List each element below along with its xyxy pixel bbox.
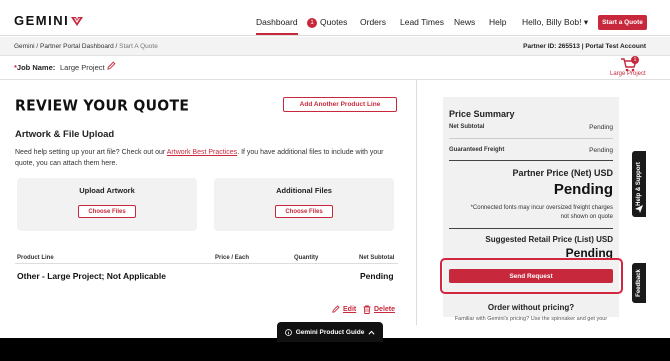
product-line-name: Other - Large Project; Not Applicable <box>17 271 166 281</box>
edit-job-name-pencil-icon[interactable] <box>107 61 116 70</box>
help-support-label: Help & Support <box>636 162 642 206</box>
column-header-product-line: Product Line <box>17 255 54 261</box>
job-name-label: *Job Name: <box>14 63 55 72</box>
delete-product-line-link[interactable]: Delete <box>363 305 395 314</box>
user-menu[interactable]: Hello, Billy Bob! ▾ <box>522 17 588 28</box>
product-guide-label: Gemini Product Guide <box>295 328 365 336</box>
product-line-net-subtotal: Pending <box>360 271 394 281</box>
retail-price-label: Suggested Retail Price (List) USD <box>485 235 613 244</box>
artwork-desc-before: Need help setting up your art file? Chec… <box>15 149 167 156</box>
order-without-pricing-heading: Order without pricing? <box>487 303 575 312</box>
help-support-tab[interactable]: Help & Support <box>632 151 646 217</box>
cart-label[interactable]: Large Project <box>610 71 646 77</box>
breadcrumb-home[interactable]: Gemini <box>14 43 35 50</box>
upload-artwork-title: Upload Artwork <box>79 186 135 195</box>
partner-id: Partner ID: 265513 | Portal Test Account <box>523 43 646 50</box>
breadcrumb: Gemini / Partner Portal Dashboard / Star… <box>14 43 158 50</box>
summary-divider <box>449 138 613 139</box>
artwork-heading: Artwork & File Upload <box>15 129 115 140</box>
nav-orders[interactable]: Orders <box>360 17 386 27</box>
artwork-best-practices-link[interactable]: Artwork Best Practices <box>167 149 237 156</box>
breadcrumb-current: Start A Quote <box>119 43 158 50</box>
start-quote-button[interactable]: Start a Quote <box>598 15 647 30</box>
chevron-up-icon <box>368 330 375 335</box>
summary-divider <box>449 160 613 161</box>
breadcrumb-partner-portal[interactable]: Partner Portal Dashboard <box>40 43 114 50</box>
product-guide-button[interactable]: Gemini Product Guide <box>277 322 383 342</box>
delete-label: Delete <box>374 306 396 313</box>
table-divider <box>15 263 398 264</box>
net-subtotal-label: Net Subtotal <box>449 124 485 130</box>
column-header-price-each: Price / Each <box>215 255 250 261</box>
logo-chevron-icon <box>71 16 84 26</box>
nav-news[interactable]: News <box>454 17 475 27</box>
edit-label: Edit <box>343 305 357 313</box>
column-header-net-subtotal: Net Subtotal <box>359 255 395 261</box>
column-header-quantity: Quantity <box>294 255 319 261</box>
additional-files-box: Additional Files Choose Files <box>214 178 394 231</box>
job-name-row: *Job Name: Large Project 1 Large Project <box>0 56 670 80</box>
choose-artwork-files-button[interactable]: Choose Files <box>78 205 136 218</box>
freight-note: *Connected fonts may incur oversized fre… <box>470 205 613 220</box>
page-title: REVIEW YOUR QUOTE <box>15 97 190 115</box>
pencil-icon <box>332 305 340 313</box>
choose-additional-files-button[interactable]: Choose Files <box>275 205 333 218</box>
nav-lead-times[interactable]: Lead Times <box>400 17 444 27</box>
feedback-tab[interactable]: Feedback <box>632 263 646 303</box>
partner-price-label: Partner Price (Net) USD <box>512 168 613 178</box>
upload-artwork-box: Upload Artwork Choose Files <box>17 178 197 231</box>
trash-icon <box>363 305 371 314</box>
logo-text: GEMINI <box>14 13 70 28</box>
artwork-description: Need help setting up your art file? Chec… <box>15 148 395 169</box>
info-icon <box>284 328 292 336</box>
cart-count-badge: 1 <box>631 56 639 64</box>
feedback-label: Feedback <box>636 269 642 297</box>
edit-product-line-link[interactable]: Edit <box>332 305 356 313</box>
price-summary-title: Price Summary <box>449 109 515 119</box>
nav-dashboard[interactable]: Dashboard <box>256 17 298 35</box>
nav-quotes-label: Quotes <box>320 17 348 27</box>
freight-value: Pending <box>589 147 613 154</box>
send-request-button[interactable]: Send Request <box>449 269 613 283</box>
job-name-label-text: Job Name: <box>16 63 56 72</box>
job-name-value: Large Project <box>60 63 105 72</box>
order-without-pricing-text: Familiar with Gemini's pricing? Use the … <box>454 316 608 322</box>
nav-quotes[interactable]: 1 Quotes <box>307 17 347 28</box>
top-navigation: GEMINI Dashboard 1 Quotes Orders Lead Tim… <box>0 0 670 36</box>
gemini-logo[interactable]: GEMINI <box>14 13 84 28</box>
add-product-line-button[interactable]: Add Another Product Line <box>283 97 397 112</box>
send-arrow-icon <box>635 205 643 213</box>
additional-files-title: Additional Files <box>276 186 332 195</box>
partner-price-value: Pending <box>553 181 613 198</box>
net-subtotal-value: Pending <box>589 124 613 131</box>
nav-help[interactable]: Help <box>489 17 506 27</box>
summary-divider <box>449 228 613 229</box>
freight-label: Guaranteed Freight <box>449 147 505 153</box>
breadcrumb-bar: Gemini / Partner Portal Dashboard / Star… <box>0 37 670 56</box>
quotes-count-badge: 1 <box>307 18 317 28</box>
